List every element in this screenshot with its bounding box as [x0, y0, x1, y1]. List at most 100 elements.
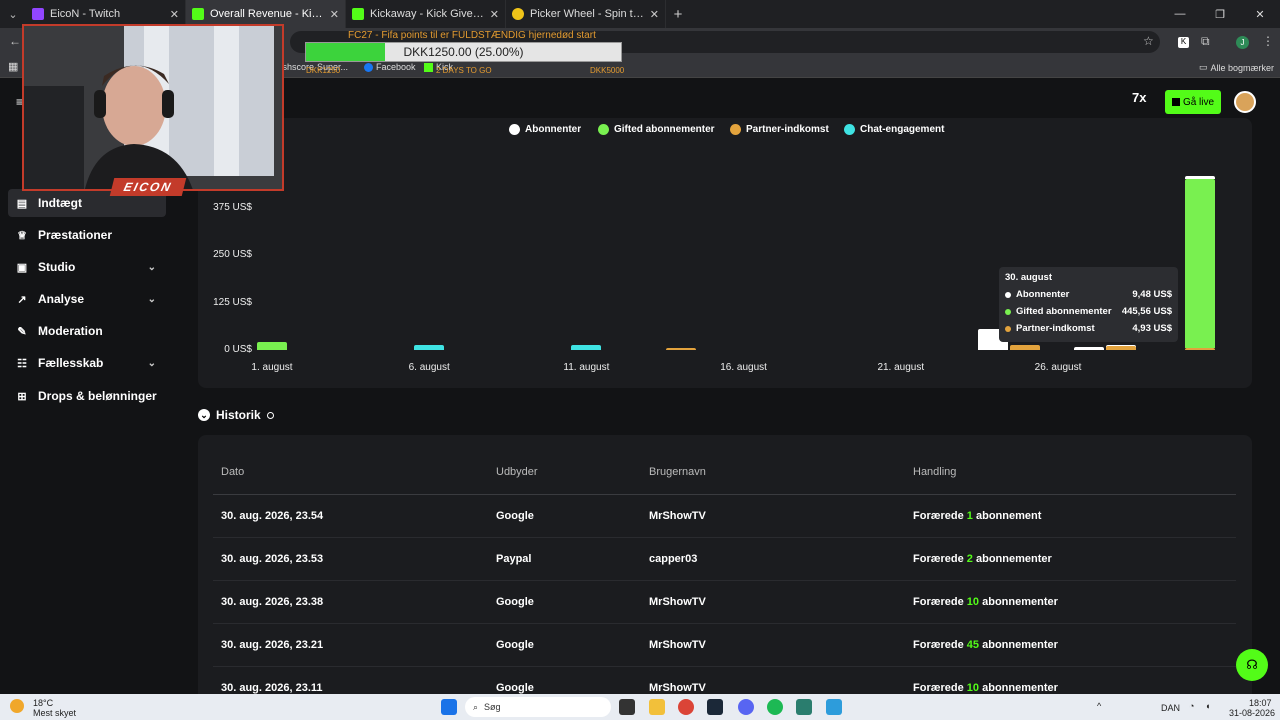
bookmark-facebook[interactable]: Facebook: [364, 62, 416, 72]
spotify-icon[interactable]: [767, 699, 783, 715]
go-live-button[interactable]: Gå live: [1165, 90, 1221, 114]
app-icon[interactable]: [796, 699, 812, 715]
tooltip-series-name: Abonnenter: [1016, 289, 1070, 300]
task-view-icon[interactable]: [619, 699, 635, 715]
volume-icon[interactable]: ◖: [1205, 701, 1210, 711]
menu-kebab-icon[interactable]: ⋮: [1262, 34, 1274, 48]
column-header-date[interactable]: Dato: [221, 466, 244, 478]
sidebar-item-label: Moderation: [38, 324, 103, 338]
table-row[interactable]: 30. aug. 2026, 23.21 Google MrShowTV Forære…: [213, 624, 1236, 667]
legend-item[interactable]: Chat-engagement: [844, 124, 944, 135]
column-header-username[interactable]: Brugernavn: [649, 466, 706, 478]
x-tick-label: 11. august: [563, 362, 610, 373]
legend-label: Gifted abonnementer: [614, 124, 715, 135]
sidebar-item-analytics[interactable]: ↗ Analyse ⌄: [8, 285, 166, 313]
tab-title: EicoN - Twitch: [50, 8, 121, 20]
chart-bar[interactable]: [1105, 346, 1136, 350]
history-section-header[interactable]: ⌄ Historik: [198, 408, 274, 422]
sidebar-item-moderation[interactable]: ✎ Moderation: [8, 317, 166, 345]
legend-item[interactable]: Abonnenter: [509, 124, 581, 135]
sidebar-item-community[interactable]: ☷ Fællesskab ⌄: [8, 349, 166, 377]
chart-bar[interactable]: [414, 345, 445, 350]
legend-item[interactable]: Partner-indkomst: [730, 124, 829, 135]
tab-close-icon[interactable]: ✕: [170, 8, 179, 21]
windows-start-icon[interactable]: [441, 699, 457, 715]
x-tick-label: 6. august: [408, 362, 450, 373]
tab-kickaway[interactable]: Kickaway - Kick Giveaway Tool ✕: [346, 0, 506, 28]
chrome-icon[interactable]: [678, 699, 694, 715]
kick-favicon-icon: [192, 8, 204, 20]
history-title: Historik: [216, 408, 261, 422]
notepad-icon[interactable]: [826, 699, 842, 715]
sidebar-item-drops[interactable]: ⊞ Drops & belønninger: [8, 382, 166, 410]
language-indicator[interactable]: DAN: [1161, 703, 1180, 713]
tooltip-title: 30. august: [1005, 272, 1052, 283]
tab-picker-wheel[interactable]: Picker Wheel - Spin the Wheel ✕: [506, 0, 666, 28]
profile-avatar-icon[interactable]: J: [1236, 36, 1249, 49]
chart-bar[interactable]: [1074, 346, 1105, 350]
action-text: abonnementer: [979, 596, 1058, 608]
table-row[interactable]: 30. aug. 2026, 23.53 Paypal capper03 Forære…: [213, 538, 1236, 581]
cell-date: 30. aug. 2026, 23.11: [221, 682, 323, 694]
chevron-circle-icon[interactable]: ⌄: [198, 409, 210, 421]
clock-time[interactable]: 18:07: [1249, 698, 1272, 708]
chart-bar[interactable]: [1184, 348, 1215, 350]
column-header-provider[interactable]: Udbyder: [496, 466, 538, 478]
clock-date[interactable]: 31-08-2026: [1229, 708, 1275, 718]
maximize-icon[interactable]: ❐: [1200, 0, 1240, 28]
steam-icon[interactable]: [707, 699, 723, 715]
chart-bar[interactable]: [257, 341, 287, 350]
support-chat-button[interactable]: ☊: [1236, 649, 1268, 681]
series-dot: [1005, 325, 1011, 332]
chevron-down-icon: ⌄: [147, 357, 156, 369]
user-avatar[interactable]: [1234, 91, 1256, 113]
file-explorer-icon[interactable]: [649, 699, 665, 715]
chart-bar[interactable]: [571, 344, 602, 350]
extension-icon[interactable]: K: [1178, 37, 1189, 48]
chart-bar[interactable]: [665, 348, 696, 350]
puzzle-extensions-icon[interactable]: ⧉: [1201, 34, 1210, 49]
kick-favicon-icon: [352, 8, 364, 20]
folder-icon: ▭: [1199, 62, 1208, 72]
table-row[interactable]: 30. aug. 2026, 23.38 Google MrShowTV Forære…: [213, 581, 1236, 624]
minimize-icon[interactable]: —: [1160, 0, 1200, 28]
close-window-icon[interactable]: ✕: [1240, 0, 1280, 28]
apps-grid-icon[interactable]: ▦: [8, 60, 18, 73]
goal-left-amount: DKK1250: [306, 66, 341, 75]
tab-close-icon[interactable]: ✕: [650, 8, 659, 21]
info-icon[interactable]: [266, 411, 274, 419]
cell-action: Forærede 2 abonnementer: [913, 553, 1052, 565]
column-header-action[interactable]: Handling: [913, 466, 956, 478]
chart-bar[interactable]: [1010, 345, 1041, 350]
tab-close-icon[interactable]: ✕: [490, 8, 499, 21]
bookmark-star-icon[interactable]: ☆: [1143, 34, 1154, 48]
sidebar-item-label: Studio: [38, 260, 76, 274]
new-tab-plus-icon[interactable]: +: [666, 6, 690, 23]
legend-item[interactable]: Gifted abonnementer: [598, 124, 715, 135]
cell-action: Forærede 1 abonnement: [913, 510, 1041, 522]
table-row[interactable]: 30. aug. 2026, 23.54 Google MrShowTV Forære…: [213, 495, 1236, 538]
weather-icon[interactable]: [10, 699, 24, 713]
revenue-icon: ▤: [16, 197, 28, 210]
kick-k-logo-icon[interactable]: 7x: [1132, 90, 1146, 105]
back-arrow-icon[interactable]: ←: [9, 34, 21, 48]
bookmark-label: Facebook: [376, 62, 416, 72]
weather-desc: Mest skyet: [33, 708, 77, 718]
discord-icon[interactable]: [738, 699, 754, 715]
taskbar-search-box[interactable]: ⌕ Søg: [465, 697, 611, 717]
community-icon: ☷: [17, 357, 27, 370]
studio-icon: ▣: [16, 261, 28, 274]
legend-label: Chat-engagement: [860, 124, 945, 135]
all-bookmarks[interactable]: ▭ Alle bogmærker: [1199, 62, 1274, 73]
wifi-icon[interactable]: ◔: [1189, 701, 1194, 711]
trophy-icon: ♕: [17, 229, 27, 242]
tab-close-icon[interactable]: ✕: [330, 8, 339, 21]
chart-bar[interactable]: [1184, 175, 1215, 180]
tray-chevron-icon[interactable]: ^: [1097, 701, 1101, 711]
sidebar-item-label: Drops & belønninger: [38, 389, 157, 403]
legend-label: Abonnenter: [525, 124, 582, 135]
sidebar-item-studio[interactable]: ▣ Studio ⌄: [8, 253, 166, 281]
action-text: Forærede: [913, 682, 967, 694]
chart-bar[interactable]: [1184, 179, 1215, 348]
sidebar-item-achievements[interactable]: ♕ Præstationer: [8, 221, 166, 249]
